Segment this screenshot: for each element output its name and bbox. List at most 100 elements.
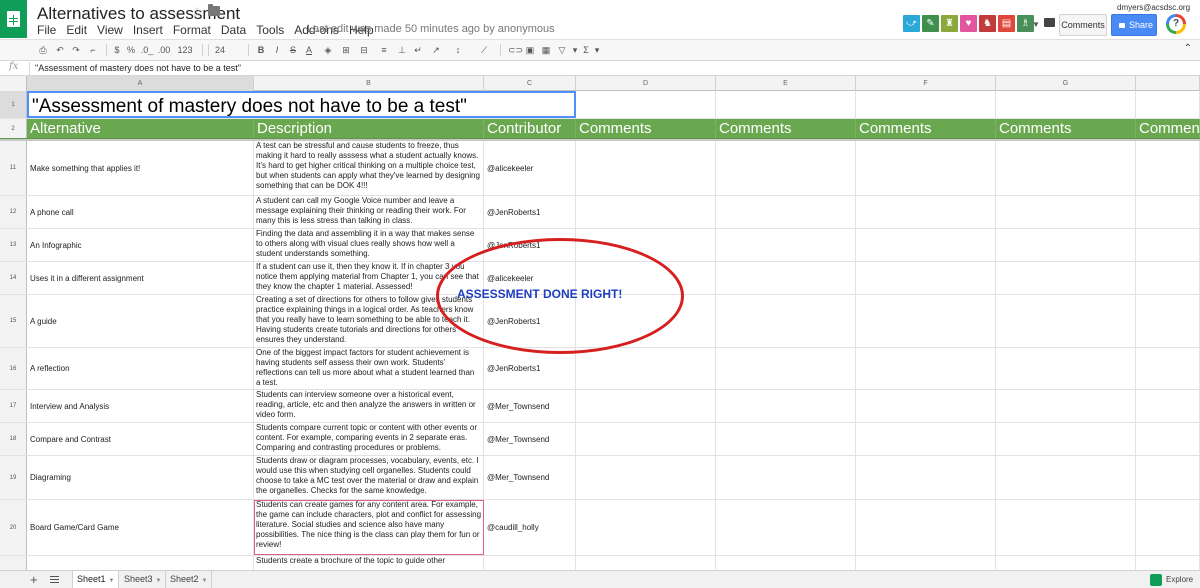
column-header-e[interactable]: E [716, 76, 856, 91]
cell[interactable] [996, 456, 1136, 499]
cell[interactable] [856, 456, 996, 499]
tab-sheet2[interactable]: Sheet2 ▼ [166, 571, 213, 588]
column-header-h[interactable] [1136, 76, 1200, 91]
filter-caret-icon[interactable]: ▾ [570, 43, 580, 57]
cell[interactable] [996, 141, 1136, 195]
insert-chart-icon[interactable]: ▦ [540, 43, 552, 57]
cell[interactable] [856, 348, 996, 389]
cell[interactable] [576, 456, 716, 499]
cell[interactable] [716, 348, 856, 389]
cell-alternative[interactable] [27, 556, 254, 570]
last-edit-status[interactable]: Last edit was made 50 minutes ago by ano… [307, 23, 555, 35]
cell[interactable] [1136, 390, 1200, 422]
cell-description[interactable]: A test can be stressful and cause studen… [254, 141, 484, 195]
cell-contributor[interactable]: @Mer_Townsend [484, 423, 576, 455]
cell[interactable] [716, 456, 856, 499]
cell[interactable] [856, 500, 996, 555]
header-comments[interactable]: Comments [576, 119, 716, 138]
addon-caret-icon[interactable]: ▼ [1032, 20, 1040, 29]
addon-icon-6[interactable]: ▤ [998, 15, 1015, 32]
cell-alternative[interactable]: A phone call [27, 196, 254, 228]
row-header[interactable]: 13 [0, 229, 27, 261]
text-color-button[interactable]: A [304, 43, 314, 57]
tab-sheet3[interactable]: Sheet3 ▼ [120, 571, 167, 588]
addon-icon-4[interactable]: ♥ [960, 15, 977, 32]
folder-icon[interactable] [208, 4, 220, 16]
functions-button[interactable]: Σ [580, 43, 592, 57]
cell[interactable] [1136, 295, 1200, 347]
cell-alternative[interactable]: Make something that applies it! [27, 141, 254, 195]
cell[interactable] [716, 91, 856, 118]
row-header[interactable]: 14 [0, 262, 27, 294]
cell[interactable] [716, 141, 856, 195]
cell-alternative[interactable]: Uses it in a different assignment [27, 262, 254, 294]
borders-icon[interactable]: ⊞ [340, 43, 352, 57]
cell[interactable] [716, 500, 856, 555]
row-header[interactable]: 11 [0, 141, 27, 195]
all-sheets-icon[interactable] [50, 576, 59, 584]
add-sheet-button[interactable]: + [30, 572, 38, 587]
cell-alternative[interactable]: A reflection [27, 348, 254, 389]
header-comments[interactable]: Comments [856, 119, 996, 138]
functions-caret-icon[interactable]: ▾ [592, 43, 602, 57]
cell[interactable] [1136, 262, 1200, 294]
cell[interactable] [856, 196, 996, 228]
cell[interactable] [576, 196, 716, 228]
cell-description[interactable]: One of the biggest impact factors for st… [254, 348, 484, 389]
insert-link-icon[interactable]: ⊂⊃ [508, 43, 523, 57]
align-left-icon[interactable]: ≡ [378, 43, 390, 57]
strikethrough-button[interactable]: S [288, 43, 298, 57]
cell-contributor[interactable]: @Mer_Townsend [484, 456, 576, 499]
cell[interactable] [716, 295, 856, 347]
column-header-c[interactable]: C [484, 76, 576, 91]
cell[interactable] [576, 91, 716, 118]
cell[interactable] [856, 141, 996, 195]
user-email[interactable]: dmyers@acsdsc.org [1117, 3, 1190, 12]
chevron-down-icon[interactable]: ▼ [202, 578, 208, 584]
cell[interactable] [576, 556, 716, 570]
menu-tools[interactable]: Tools [256, 23, 284, 37]
text-rotation-icon[interactable]: ↗ [430, 43, 442, 57]
cell[interactable] [1136, 423, 1200, 455]
cell[interactable] [1136, 456, 1200, 499]
cell-contributor[interactable]: @JenRoberts1 [484, 196, 576, 228]
increase-decimal-button[interactable]: .00 [156, 43, 172, 57]
column-header-a[interactable]: A [27, 76, 254, 91]
chevron-down-icon[interactable]: ▼ [109, 578, 115, 584]
addon-icon-1[interactable]: ⤻ [903, 15, 920, 32]
help-icon[interactable]: ? [1166, 14, 1186, 34]
row-header[interactable]: 20 [0, 500, 27, 555]
text-rotate-icon[interactable]: ⟋ [478, 43, 490, 57]
header-comments[interactable]: Comments [996, 119, 1136, 138]
cell-alternative[interactable]: Compare and Contrast [27, 423, 254, 455]
cell-description[interactable]: Finding the data and assembling it in a … [254, 229, 484, 261]
comment-icon[interactable] [1044, 18, 1055, 27]
cell[interactable] [996, 229, 1136, 261]
cell[interactable] [996, 556, 1136, 570]
row-header[interactable]: 16 [0, 348, 27, 389]
decrease-decimal-button[interactable]: .0_ [140, 43, 154, 57]
fill-color-icon[interactable]: ◈ [322, 43, 334, 57]
cell-description[interactable]: Students can interview someone over a hi… [254, 390, 484, 422]
vertical-align-icon[interactable]: ⊥ [396, 43, 408, 57]
cell[interactable] [996, 390, 1136, 422]
cell[interactable] [856, 423, 996, 455]
italic-button[interactable]: I [272, 43, 282, 57]
menu-format[interactable]: Format [173, 23, 211, 37]
header-contributor[interactable]: Contributor [484, 119, 576, 138]
menu-view[interactable]: View [97, 23, 123, 37]
menu-edit[interactable]: Edit [66, 23, 87, 37]
sheets-logo-icon[interactable] [0, 0, 27, 38]
cell[interactable] [576, 423, 716, 455]
cell-alternative[interactable]: Diagraming [27, 456, 254, 499]
vertical-align-middle-icon[interactable]: ↕ [452, 43, 464, 57]
cell-description[interactable]: Students create a brochure of the topic … [254, 556, 484, 570]
cell[interactable] [996, 196, 1136, 228]
cell[interactable] [996, 500, 1136, 555]
sheet-grid[interactable]: A B C D E F G 1 "Assessment of mastery d… [0, 76, 1200, 570]
cell-alternative[interactable]: An Infographic [27, 229, 254, 261]
cell[interactable] [576, 390, 716, 422]
paint-format-icon[interactable]: ⌐ [86, 43, 100, 57]
star-icon[interactable]: ☆ [191, 4, 204, 21]
font-size-dropdown[interactable]: 24 [212, 43, 228, 57]
